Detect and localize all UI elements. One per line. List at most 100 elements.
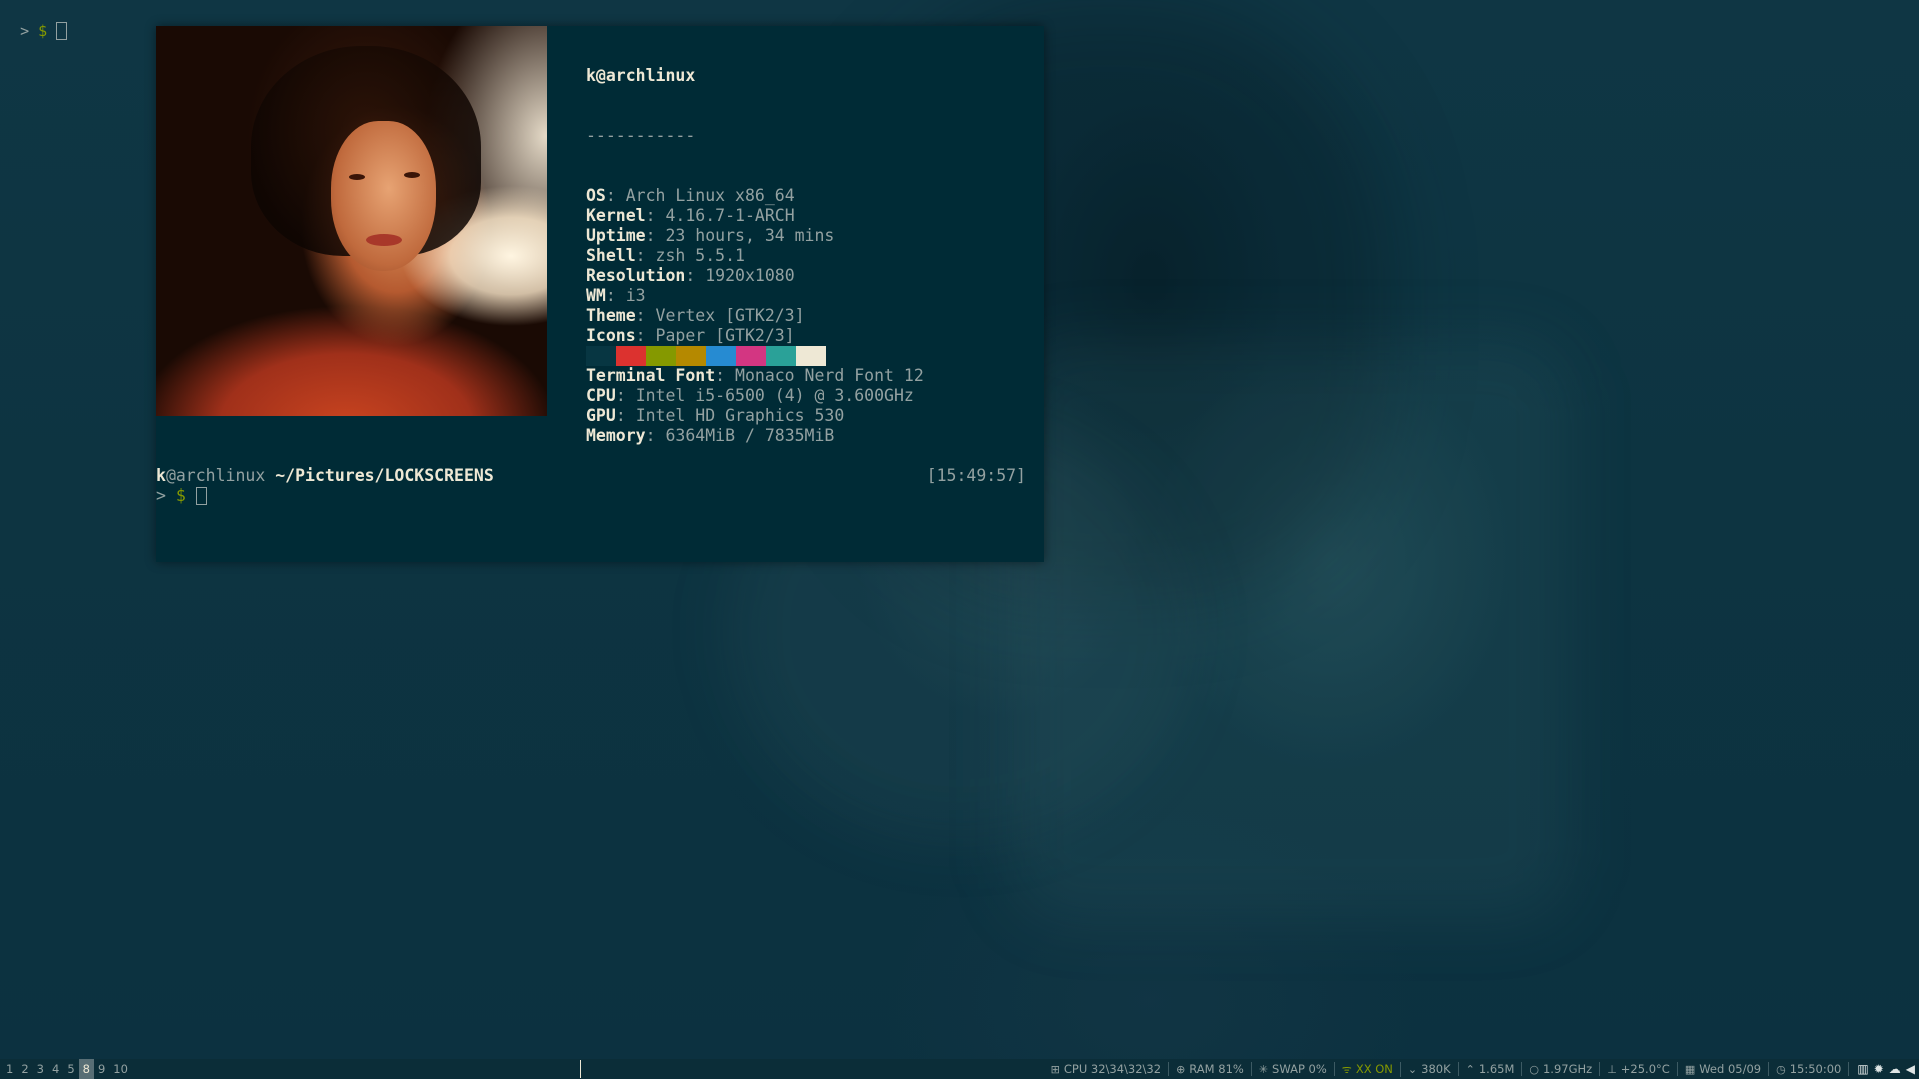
prompt-dollar: $ (38, 22, 48, 40)
wallpaper-light-panel (1010, 340, 1570, 920)
color-swatch (796, 346, 826, 366)
terminal-input-line[interactable]: > $ (156, 486, 207, 506)
status-text: CPU 32\34\32\32 (1063, 1062, 1162, 1076)
status-text: +25.0°C (1620, 1062, 1670, 1076)
workspace-10[interactable]: 10 (109, 1059, 132, 1079)
color-swatch (646, 346, 676, 366)
status-block: ✳ SWAP 0% (1252, 1062, 1335, 1076)
neofetch-divider: ----------- (586, 126, 696, 145)
bar-divider (580, 1060, 581, 1078)
workspace-9[interactable]: 9 (94, 1059, 109, 1079)
neofetch-row: Uptime: 23 hours, 34 mins (586, 226, 835, 245)
status-block: ○ 1.97GHz (1522, 1062, 1601, 1076)
status-text: 380K (1421, 1062, 1451, 1076)
color-swatch (766, 346, 796, 366)
neofetch-row: OS: Arch Linux x86_64 (586, 186, 795, 205)
neofetch-value: Arch Linux x86_64 (625, 186, 795, 205)
swap-icon: ✳ (1258, 1062, 1269, 1076)
neofetch-value: i3 (625, 286, 646, 305)
status-text: Wed 05/09 (1699, 1062, 1762, 1076)
color-swatch (676, 346, 706, 366)
color-swatch (706, 346, 736, 366)
network-tray-icon[interactable]: ▥ (1857, 1062, 1868, 1076)
neofetch-value: Intel i5-6500 (4) @ 3.600GHz (635, 386, 914, 405)
neofetch-portrait-image (156, 26, 547, 416)
neofetch-key: Uptime (586, 226, 646, 245)
workspace-list: 1 2 3 4 5 8 9 10 (2, 1059, 132, 1079)
chat-tray-icon[interactable]: ☁ (1889, 1062, 1901, 1076)
status-block: ⊞ CPU 32\34\32\32 (1044, 1062, 1170, 1076)
status-block: ◷ 15:50:00 (1769, 1062, 1850, 1076)
neofetch-value: Intel HD Graphics 530 (635, 406, 845, 425)
neofetch-row: Shell: zsh 5.5.1 (586, 246, 745, 265)
clock-icon: ◷ (1776, 1062, 1786, 1076)
upload-icon: ⌃ (1465, 1062, 1475, 1076)
neofetch-value: 6364MiB / 7835MiB (665, 426, 835, 445)
terminal-cursor (56, 22, 68, 40)
terminal-cursor (195, 487, 207, 505)
neofetch-value: Monaco Nerd Font 12 (735, 366, 924, 385)
prompt-user-initial: k (156, 466, 166, 485)
neofetch-key: OS (586, 186, 606, 205)
neofetch-key: Terminal Font (586, 366, 716, 385)
wifi-icon: ᯤ (1341, 1062, 1352, 1076)
neofetch-key: CPU (586, 386, 616, 405)
cpu-icon: ⊞ (1050, 1062, 1060, 1076)
neofetch-key: Memory (586, 426, 646, 445)
download-icon: ⌄ (1407, 1062, 1418, 1076)
prompt-chevron: > (156, 486, 166, 505)
background-terminal-prompt[interactable]: > $ (2, 1, 68, 41)
status-block: ⊥ +25.0°C (1600, 1062, 1678, 1076)
status-blocks: ⊞ CPU 32\34\32\32 ⊕ RAM 81% ✳ SWAP 0% ᯤ XX ON ⌄ 3… (1044, 1059, 1915, 1079)
color-palette (586, 346, 826, 366)
workspace-1[interactable]: 1 (2, 1059, 17, 1079)
status-block: ⌄ 380K (1401, 1062, 1459, 1076)
status-block: ⊕ RAM 81% (1169, 1062, 1252, 1076)
neofetch-user-host: k@archlinux (586, 66, 696, 85)
terminal-window[interactable]: k@archlinux ----------- OS: Arch Linux x… (156, 26, 1044, 562)
status-text: 15:50:00 (1789, 1062, 1842, 1076)
system-tray: ▥ ✹ ☁ ◀ (1849, 1062, 1915, 1076)
workspace-8[interactable]: 8 (78, 1059, 94, 1079)
frequency-icon: ○ (1529, 1062, 1539, 1076)
neofetch-key: WM (586, 286, 606, 305)
workspace-2[interactable]: 2 (17, 1059, 32, 1079)
status-block: ▦ Wed 05/09 (1678, 1062, 1770, 1076)
neofetch-row: Theme: Vertex [GTK2/3] (586, 306, 805, 325)
status-block: ⌃ 1.65M (1459, 1062, 1523, 1076)
neofetch-value: Paper [GTK2/3] (655, 326, 795, 345)
neofetch-row: CPU: Intel i5-6500 (4) @ 3.600GHz (586, 386, 914, 405)
neofetch-key: Kernel (586, 206, 646, 225)
volume-tray-icon[interactable]: ◀ (1906, 1062, 1915, 1076)
prompt-timestamp: [15:49:57] (926, 466, 1026, 485)
neofetch-row: Resolution: 1920x1080 (586, 266, 795, 285)
status-text: 1.65M (1478, 1062, 1515, 1076)
neofetch-row: Kernel: 4.16.7-1-ARCH (586, 206, 795, 225)
color-swatch (586, 346, 616, 366)
neofetch-key: Theme (586, 306, 636, 325)
workspace-3[interactable]: 3 (33, 1059, 48, 1079)
neofetch-value: 23 hours, 34 mins (665, 226, 835, 245)
workspace-4[interactable]: 4 (48, 1059, 63, 1079)
neofetch-key: Resolution (586, 266, 686, 285)
neofetch-value: Vertex [GTK2/3] (655, 306, 805, 325)
i3-status-bar: 1 2 3 4 5 8 9 10 ⊞ CPU 32\34\32\32 ⊕ RAM 81% ✳ SWAP … (0, 1059, 1919, 1079)
prompt-chevron: > (20, 22, 30, 40)
neofetch-value: 1920x1080 (705, 266, 795, 285)
color-swatch (736, 346, 766, 366)
neofetch-value: zsh 5.5.1 (655, 246, 745, 265)
color-swatch (616, 346, 646, 366)
workspace-5[interactable]: 5 (63, 1059, 78, 1079)
status-text: RAM 81% (1189, 1062, 1244, 1076)
settings-tray-icon[interactable]: ✹ (1874, 1062, 1884, 1076)
neofetch-row: Terminal Font: Monaco Nerd Font 12 (586, 366, 924, 385)
status-text: XX ON (1355, 1062, 1393, 1076)
neofetch-row: WM: i3 (586, 286, 646, 305)
neofetch-key: GPU (586, 406, 616, 425)
calendar-icon: ▦ (1684, 1062, 1696, 1076)
prompt-user-host: @archlinux (165, 466, 266, 485)
ram-icon: ⊕ (1176, 1062, 1186, 1076)
neofetch-key: Icons (586, 326, 636, 345)
status-block: ᯤ XX ON (1335, 1061, 1401, 1077)
neofetch-row: Icons: Paper [GTK2/3] (586, 326, 795, 345)
